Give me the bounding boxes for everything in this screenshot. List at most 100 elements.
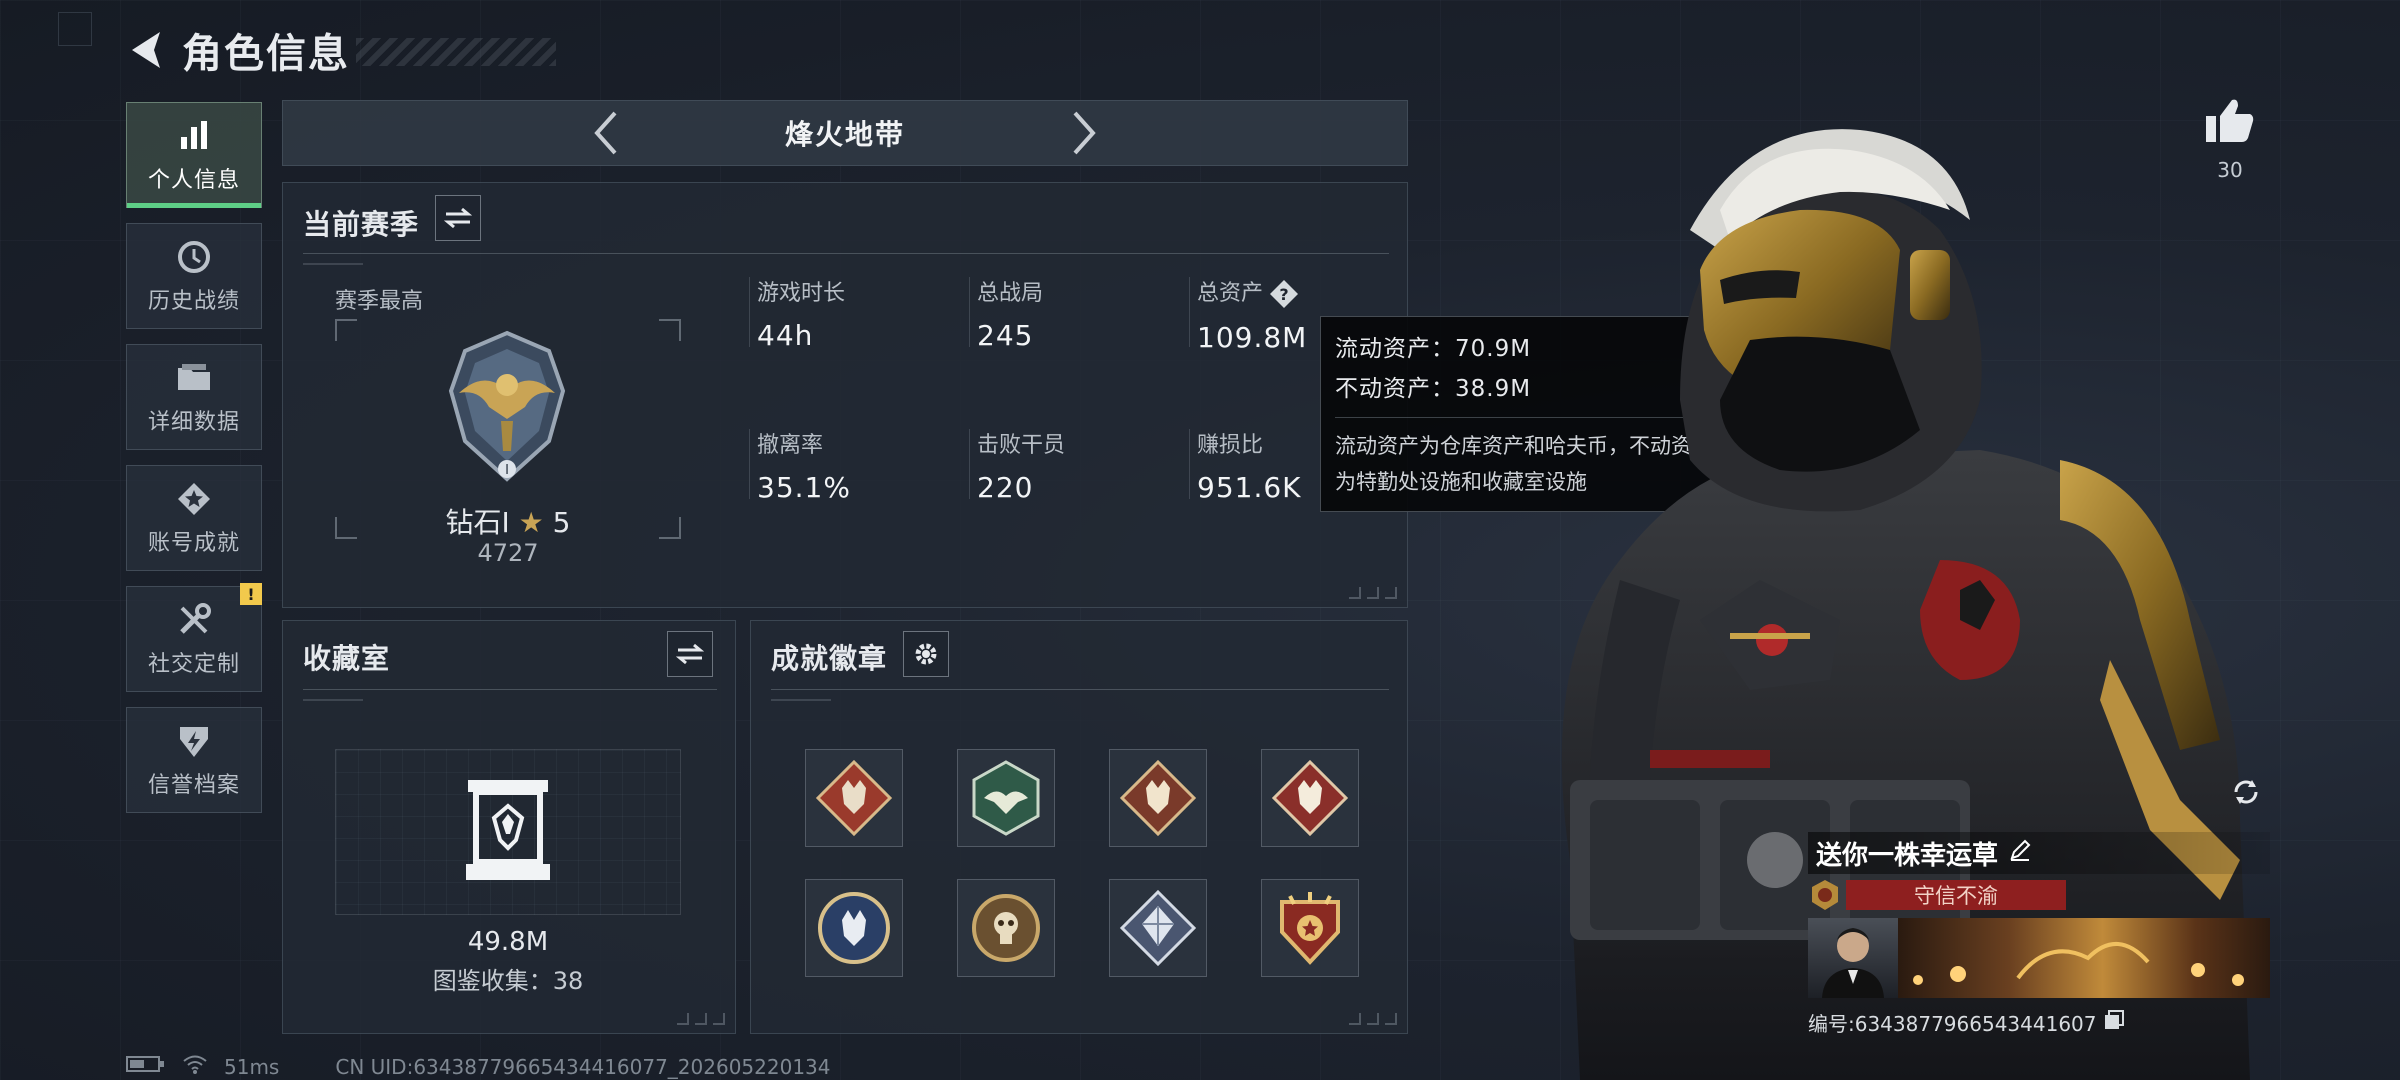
achievements-settings-button[interactable] [903,631,949,677]
stat-extraction-rate: 撤离率 35.1% [757,427,851,504]
copy-icon[interactable] [2103,1009,2125,1036]
header: 角色信息 [124,20,556,80]
divider [303,253,1389,254]
svg-text:?: ? [1279,285,1288,304]
corner-decoration [58,12,92,46]
thumbs-up-icon [2206,99,2254,142]
card-title: 送你一株幸运草 [1816,840,1999,871]
help-icon[interactable]: ? [1269,279,1299,309]
achievement-badge[interactable] [805,879,903,977]
stat-label: 总资产 [1197,281,1264,306]
stat-value: 35.1% [757,471,851,504]
corner-decoration [1349,1013,1397,1025]
sidebar-item-label: 详细数据 [147,410,240,435]
eagle-hexagon-badge-icon [972,760,1040,836]
wifi-icon [182,1054,208,1079]
next-mode-button[interactable] [1065,105,1105,161]
corner-decoration [677,1013,725,1025]
rank-stars: 5 [552,506,571,539]
collection-count: 图鉴收集：38 [432,967,584,995]
sidebar-item-history[interactable]: 历史战绩 [126,223,262,329]
rotate-icon [2234,780,2258,804]
sidebar-item-reputation[interactable]: 信誉档案 [126,707,262,813]
stat-profit-loss-ratio: 赚损比 951.6K [1197,427,1302,504]
star-shield-badge-icon [1280,892,1340,965]
stat-label: 游戏时长 [757,281,846,306]
collection-title: 收藏室 [303,642,391,675]
achievement-badge[interactable] [957,879,1055,977]
stat-operators-defeated: 击败干员 220 [977,427,1065,504]
achievement-badge[interactable] [1109,749,1207,847]
card-tag-row: 守信不渝 [1808,878,2270,912]
stat-total-assets: 总资产? 109.8M [1197,275,1307,354]
season-best-label: 赛季最高 [335,289,424,314]
sidebar-item-label: 账号成就 [147,531,240,556]
bar-chart-icon [174,116,214,156]
collection-value: 49.8M [467,927,549,957]
switch-collection-button[interactable] [667,631,713,677]
avatar [1808,918,1898,998]
swap-icon [444,207,472,229]
divider-accent [303,263,363,265]
title-decoration [356,38,556,66]
sidebar-item-label: 个人信息 [147,168,240,193]
divider-accent [303,699,363,701]
sidebar-item-social[interactable]: ! 社交定制 [126,583,262,692]
achievement-badge[interactable] [957,749,1055,847]
card-tag: 守信不渝 [1846,880,2066,910]
achievement-badge[interactable] [1261,749,1359,847]
honor-medal-icon [1812,880,1838,910]
rank-name-row: 钻石Ⅰ ★ 5 [335,501,681,541]
rank-star-icon: ★ [518,506,544,539]
ping: 51ms [224,1054,280,1079]
card-id-row: 编号:6343877966543441607 [1808,1008,2270,1037]
wolf-diamond-badge-icon [815,759,893,837]
stat-label: 总战局 [977,281,1044,306]
stat-total-matches: 总战局 245 [977,275,1043,352]
star-badge-icon [174,479,214,519]
mode-switcher: 烽火地带 [282,100,1408,166]
warning-badge: ! [240,583,262,605]
card-title-row: 送你一株幸运草 [1808,832,2270,874]
achievement-badge[interactable] [805,749,903,847]
card-banner [1808,918,2270,998]
stat-play-time: 游戏时长 44h [757,275,845,352]
player-name-card[interactable]: 送你一株幸运草 守信不渝 编号:6343877966543441607 [1808,832,2270,1037]
back-arrow-icon[interactable] [124,25,168,75]
stat-value: 245 [977,319,1034,352]
skull-circle-badge-icon [972,894,1040,962]
prev-mode-button[interactable] [585,105,625,161]
sidebar-item-label: 历史战绩 [147,289,240,314]
gear-icon [915,643,937,665]
sidebar-item-label: 社交定制 [147,652,240,677]
swap-icon [676,643,704,665]
rank-name: 钻石Ⅰ [445,506,510,539]
corner-decoration [1349,587,1397,599]
mode-title: 烽火地带 [784,118,905,151]
stat-value: 951.6K [1197,471,1302,504]
stat-label: 撤离率 [757,433,824,458]
like-count: 30 [2217,158,2243,182]
sidebar-item-achievements[interactable]: 账号成就 [126,465,262,571]
achievements-panel: 成就徽章 [750,620,1408,1034]
collection-panel[interactable]: 收藏室 49.8M 图鉴收集：38 [282,620,736,1034]
stat-value: 109.8M [1197,321,1308,354]
sidebar-item-personal-info[interactable]: 个人信息 [126,102,262,208]
collection-showcase [335,749,681,915]
uid-text: CN UID:6343877966543441607​7_20260522013… [335,1054,831,1079]
edit-icon[interactable] [2008,838,2032,869]
achievement-badge[interactable] [1109,879,1207,977]
stat-label: 击败干员 [977,433,1066,458]
wolf-diamond-badge-icon [1271,759,1349,837]
status-bar: 51ms CN UID:6343877966543441607​7_202605… [126,1054,831,1079]
sidebar-item-detail-data[interactable]: 详细数据 [126,344,262,450]
stat-value: 220 [977,471,1034,504]
achievement-badge[interactable] [1261,879,1359,977]
stat-value: 44h [757,319,814,352]
like-button[interactable]: 30 [2200,96,2260,182]
divider [303,689,717,690]
switch-season-button[interactable] [435,195,481,241]
wolf-circle-badge-icon [818,892,890,964]
shield-icon [174,721,214,761]
rotate-model-button[interactable] [2220,766,2272,818]
